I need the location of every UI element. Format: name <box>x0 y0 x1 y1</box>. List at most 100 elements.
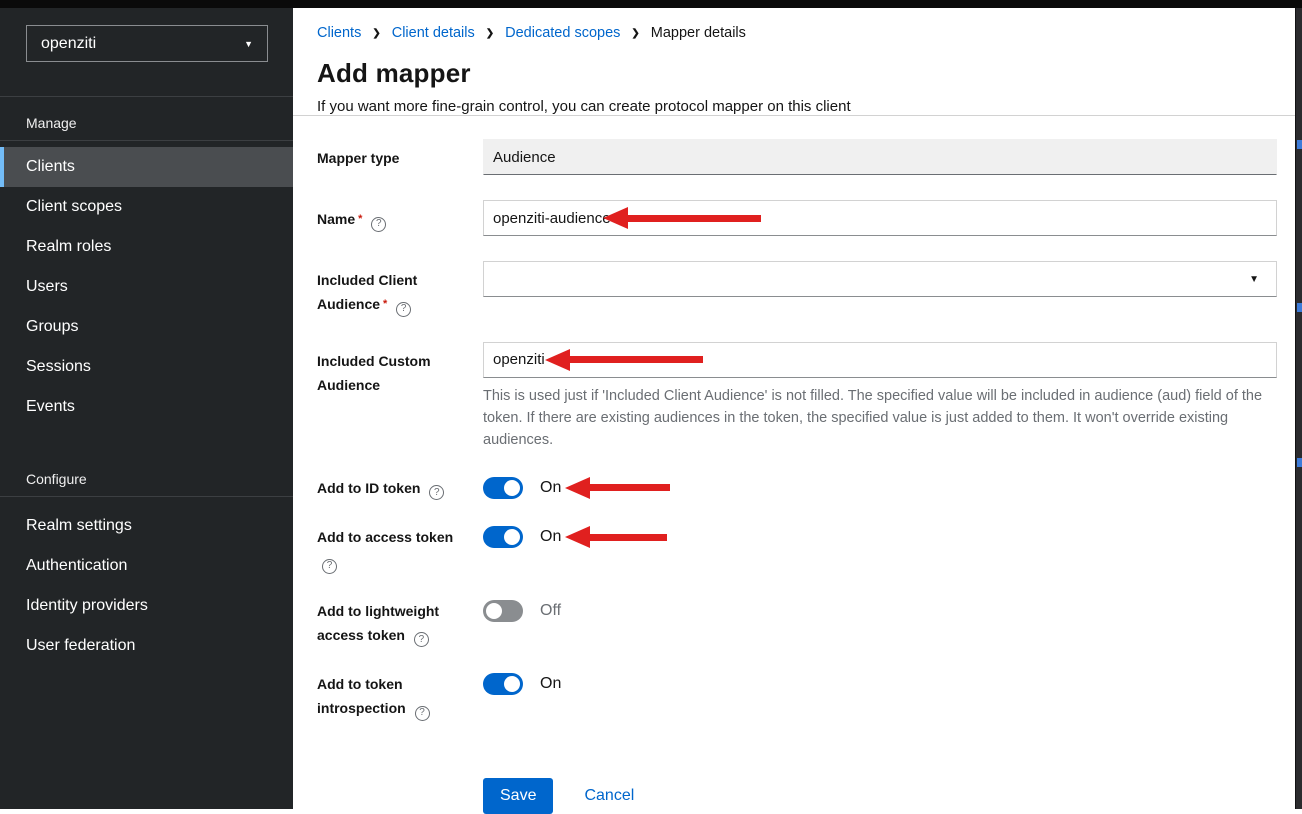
label-text: Mapper type <box>317 150 399 166</box>
required-asterisk: * <box>383 298 387 310</box>
form-row-mapper-type: Mapper type <box>317 139 1277 175</box>
nav-items-configure: Realm settings Authentication Identity p… <box>0 497 293 666</box>
help-icon[interactable]: ? <box>429 485 444 500</box>
help-icon[interactable]: ? <box>322 559 337 574</box>
cancel-link[interactable]: Cancel <box>584 787 634 805</box>
included-client-audience-select[interactable]: ▼ <box>483 261 1277 297</box>
add-to-token-introspection-control: On <box>483 672 1277 696</box>
breadcrumb: Clients ❯ Client details ❯ Dedicated sco… <box>317 25 1278 41</box>
sidebar-nav: openziti ▼ Manage Clients Client scopes … <box>0 8 293 809</box>
toggle-state-label: Off <box>540 602 561 620</box>
help-icon[interactable]: ? <box>371 217 386 232</box>
included-client-audience-control: ▼ <box>483 261 1277 317</box>
realm-selector-dropdown[interactable]: openziti ▼ <box>26 25 268 62</box>
page-header: Clients ❯ Client details ❯ Dedicated sco… <box>293 8 1302 116</box>
toggle-knob <box>504 529 520 545</box>
add-to-lightweight-access-token-toggle[interactable] <box>483 600 523 622</box>
breadcrumb-link-client-details[interactable]: Client details <box>392 25 475 41</box>
nav-section-title-manage: Manage <box>0 97 293 140</box>
form-row-add-to-id-token: Add to ID token ? On <box>317 476 1277 501</box>
name-input[interactable] <box>483 200 1277 236</box>
form-row-included-client-audience: Included Client Audience* ? ▼ <box>317 261 1277 317</box>
breadcrumb-link-clients[interactable]: Clients <box>317 25 361 41</box>
chevron-right-icon: ❯ <box>372 28 380 39</box>
add-to-lightweight-access-token-control: Off <box>483 599 1277 623</box>
add-to-access-token-control: On <box>483 525 1277 549</box>
main-content: Clients ❯ Client details ❯ Dedicated sco… <box>293 8 1302 809</box>
mapper-form: Mapper type Name * ? <box>293 116 1302 814</box>
nav-group-configure: Configure Realm settings Authentication … <box>0 453 293 666</box>
sidebar-item-clients[interactable]: Clients <box>0 147 293 187</box>
toggle-knob <box>504 480 520 496</box>
sidebar-item-label: Events <box>26 398 75 416</box>
form-row-add-to-token-introspection: Add to token introspection ? On <box>317 672 1277 721</box>
add-to-id-token-toggle[interactable] <box>483 477 523 499</box>
included-client-audience-label: Included Client Audience* ? <box>317 261 483 317</box>
form-actions: Save Cancel <box>317 778 1277 814</box>
sidebar-item-label: Client scopes <box>26 198 122 216</box>
sidebar-item-label: Identity providers <box>26 597 148 615</box>
mapper-type-control <box>483 139 1277 175</box>
help-icon[interactable]: ? <box>415 706 430 721</box>
sidebar-item-label: Realm roles <box>26 238 111 256</box>
sidebar-item-authentication[interactable]: Authentication <box>0 546 293 586</box>
scrollbar-marker <box>1297 140 1302 149</box>
sidebar-item-sessions[interactable]: Sessions <box>0 347 293 387</box>
chevron-right-icon: ❯ <box>486 28 494 39</box>
sidebar-item-identity-providers[interactable]: Identity providers <box>0 586 293 626</box>
name-control <box>483 200 1277 236</box>
sidebar-item-groups[interactable]: Groups <box>0 307 293 347</box>
scrollbar-marker <box>1297 303 1302 312</box>
toggle-state-label: On <box>540 528 561 546</box>
help-icon[interactable]: ? <box>396 302 411 317</box>
add-to-id-token-control: On <box>483 476 1277 500</box>
label-text: Add to access token <box>317 529 453 545</box>
add-to-id-token-label: Add to ID token ? <box>317 476 483 501</box>
arrow-head-icon <box>565 526 590 548</box>
sidebar-item-label: Users <box>26 278 68 296</box>
arrow-tail <box>590 534 667 541</box>
sidebar-item-realm-roles[interactable]: Realm roles <box>0 227 293 267</box>
actions-spacer <box>317 778 483 814</box>
realm-selector-value: openziti <box>41 35 96 53</box>
included-custom-audience-control: This is used just if 'Included Client Au… <box>483 342 1277 451</box>
sidebar-item-user-federation[interactable]: User federation <box>0 626 293 666</box>
label-text: Add to token introspection <box>317 676 406 716</box>
chevron-down-icon: ▼ <box>1249 274 1259 285</box>
form-row-add-to-lightweight-access-token: Add to lightweight access token ? Off <box>317 599 1277 648</box>
included-custom-audience-input[interactable] <box>483 342 1277 378</box>
sidebar-item-label: User federation <box>26 637 135 655</box>
label-text: Included Custom Audience <box>317 353 431 393</box>
sidebar-item-realm-settings[interactable]: Realm settings <box>0 506 293 546</box>
sidebar-item-label: Groups <box>26 318 78 336</box>
nav-group-manage: Manage Clients Client scopes Realm roles… <box>0 97 293 427</box>
add-to-token-introspection-label: Add to token introspection ? <box>317 672 483 721</box>
keycloak-admin-console: openziti ▼ Manage Clients Client scopes … <box>0 0 1302 809</box>
sidebar-item-label: Clients <box>26 158 75 176</box>
page-title: Add mapper <box>317 58 1278 89</box>
label-text: Name <box>317 211 355 227</box>
arrow-head-icon <box>565 477 590 499</box>
toggle-state-label: On <box>540 479 561 497</box>
save-button[interactable]: Save <box>483 778 553 814</box>
nav-items-manage: Clients Client scopes Realm roles Users … <box>0 141 293 427</box>
sidebar-item-events[interactable]: Events <box>0 387 293 427</box>
mapper-type-field <box>483 139 1277 175</box>
add-to-lightweight-access-token-label: Add to lightweight access token ? <box>317 599 483 648</box>
included-custom-audience-label: Included Custom Audience <box>317 342 483 451</box>
annotation-arrow <box>565 526 667 548</box>
breadcrumb-link-dedicated-scopes[interactable]: Dedicated scopes <box>505 25 620 41</box>
window-top-bar <box>0 0 1302 8</box>
chevron-down-icon: ▼ <box>244 39 253 49</box>
sidebar-item-client-scopes[interactable]: Client scopes <box>0 187 293 227</box>
nav-section-title-configure: Configure <box>0 453 293 496</box>
page-subtitle: If you want more fine-grain control, you… <box>317 98 1278 115</box>
help-icon[interactable]: ? <box>414 632 429 647</box>
page-scrollbar[interactable] <box>1295 8 1302 809</box>
form-row-add-to-access-token: Add to access token ? On <box>317 525 1277 574</box>
scrollbar-marker <box>1297 458 1302 467</box>
toggle-knob <box>504 676 520 692</box>
add-to-access-token-toggle[interactable] <box>483 526 523 548</box>
sidebar-item-users[interactable]: Users <box>0 267 293 307</box>
add-to-token-introspection-toggle[interactable] <box>483 673 523 695</box>
